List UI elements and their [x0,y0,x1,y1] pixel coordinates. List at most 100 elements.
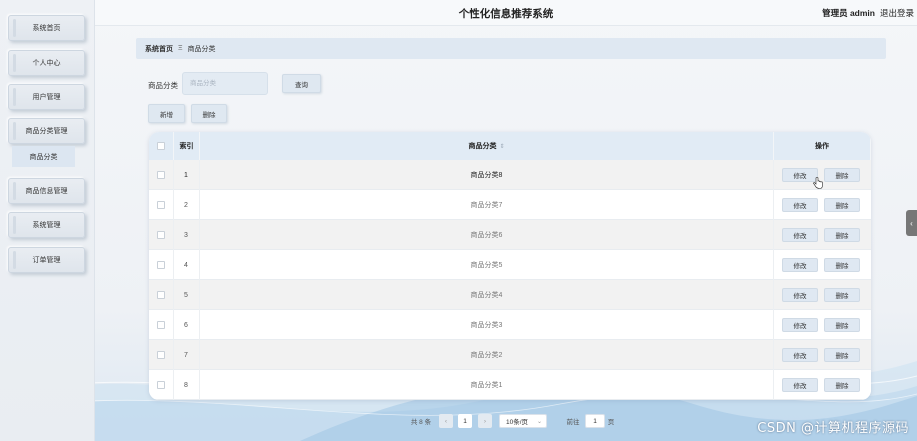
row-actions: 修改 删除 [774,220,871,250]
edit-button[interactable]: 修改 [782,228,818,242]
edit-button[interactable]: 修改 [782,348,818,362]
sidebar-item-label: 用户管理 [32,94,61,101]
sidebar-item-category-management[interactable]: 商品分类管理 [8,118,85,144]
table-row[interactable]: 2 商品分类7 修改 删除 [149,190,871,220]
delete-button[interactable]: 删除 [824,288,860,302]
app-title: 个性化信息推荐系统 [458,8,554,20]
sort-icon[interactable]: ⇕ [499,143,504,150]
edit-button[interactable]: 修改 [782,288,818,302]
row-index: 7 [174,340,200,370]
goto-page-input[interactable]: 1 [585,414,605,428]
edit-button[interactable]: 修改 [782,378,818,392]
sidebar: 系统首页 个人中心 用户管理 商品分类管理 商品分类 商品信息管理 系统管理 订… [0,0,95,441]
select-all-checkbox[interactable] [157,142,165,150]
table-row[interactable]: 1 商品分类8 修改 删除 [149,160,871,190]
row-actions: 修改 删除 [774,340,871,370]
row-actions: 修改 删除 [774,190,871,220]
delete-button[interactable]: 删除 [824,198,860,212]
page-size-value: 10条/页 [506,419,529,426]
row-checkbox[interactable] [157,351,165,359]
header-category[interactable]: 商品分类 ⇕ [200,132,774,160]
row-index: 2 [174,190,200,220]
delete-button[interactable]: 删除 [824,168,860,182]
sidebar-item-label: 商品信息管理 [25,188,68,195]
header-index: 索引 [174,132,200,160]
edit-button[interactable]: 修改 [782,258,818,272]
table-header: 索引 商品分类 ⇕ 操作 [149,132,871,160]
search-label: 商品分类 [148,81,178,90]
next-page-button[interactable]: › [478,414,492,428]
pointer-cursor-icon [813,177,823,189]
sidebar-item-label: 个人中心 [32,60,61,67]
row-checkbox[interactable] [157,201,165,209]
delete-button[interactable]: 删除 [824,318,860,332]
goto-label: 前往 [566,419,580,426]
row-index: 5 [174,280,200,310]
sidebar-item-home[interactable]: 系统首页 [8,15,85,41]
delete-button[interactable]: 删除 [824,378,860,392]
header-category-label: 商品分类 [468,143,497,150]
breadcrumb-home[interactable]: 系统首页 [145,44,173,54]
row-index: 3 [174,220,200,250]
query-button[interactable]: 查询 [282,74,321,93]
bulk-delete-button[interactable]: 删除 [191,104,227,123]
edit-button[interactable]: 修改 [782,198,818,212]
side-panel-toggle[interactable]: ‹ [906,210,917,236]
table-row[interactable]: 5 商品分类4 修改 删除 [149,280,871,310]
page-number-1[interactable]: 1 [458,414,472,428]
delete-button[interactable]: 删除 [824,348,860,362]
delete-button[interactable]: 删除 [824,228,860,242]
row-checkbox[interactable] [157,291,165,299]
row-checkbox[interactable] [157,261,165,269]
header-actions: 操作 [774,132,871,160]
chevron-down-icon: ⌄ [536,418,542,425]
sidebar-item-users[interactable]: 用户管理 [8,84,85,110]
chevron-left-icon: ‹ [910,218,913,228]
add-button[interactable]: 新增 [148,104,185,123]
row-category-name: 商品分类8 [200,160,774,190]
row-category-name: 商品分类5 [200,250,774,280]
row-actions: 修改 删除 [774,370,871,400]
prev-page-button[interactable]: ‹ [439,414,453,428]
breadcrumb: 系统首页 Ξ 商品分类 [136,38,886,59]
row-index: 4 [174,250,200,280]
sidebar-item-orders[interactable]: 订单管理 [8,247,85,273]
edit-button[interactable]: 修改 [782,318,818,332]
row-category-name: 商品分类4 [200,280,774,310]
category-search-input[interactable] [182,72,268,95]
logout-link[interactable]: 退出登录 [880,7,914,19]
row-index: 1 [174,160,200,190]
sidebar-item-label: 系统首页 [32,25,61,32]
row-select-cell [149,340,174,370]
breadcrumb-separator-icon: Ξ [178,45,183,52]
table-row[interactable]: 6 商品分类3 修改 删除 [149,310,871,340]
row-actions: 修改 删除 [774,280,871,310]
row-actions: 修改 删除 [774,250,871,280]
table-row[interactable]: 8 商品分类1 修改 删除 [149,370,871,400]
row-checkbox[interactable] [157,231,165,239]
sidebar-subitem-category[interactable]: 商品分类 [12,146,75,167]
delete-button[interactable]: 删除 [824,258,860,272]
category-table: 索引 商品分类 ⇕ 操作 1 商品分类8 修改 删除 2 商品分类7 修改 删除 3 商品分类6 修… [149,132,871,400]
sidebar-subitem-label: 商品分类 [29,153,58,161]
header-user-area: 管理员 admin 退出登录 [822,7,914,19]
row-checkbox[interactable] [157,381,165,389]
pagination-total: 共 8 条 [410,419,432,426]
row-select-cell [149,370,174,400]
user-label: 管理员 admin [822,8,875,18]
sidebar-item-system[interactable]: 系统管理 [8,212,85,238]
row-checkbox[interactable] [157,171,165,179]
table-row[interactable]: 7 商品分类2 修改 删除 [149,340,871,370]
page-size-select[interactable]: 10条/页 ⌄ [499,414,547,428]
table-row[interactable]: 3 商品分类6 修改 删除 [149,220,871,250]
sidebar-item-product-management[interactable]: 商品信息管理 [8,178,85,204]
breadcrumb-current: 商品分类 [187,45,216,53]
row-select-cell [149,280,174,310]
row-category-name: 商品分类1 [200,370,774,400]
row-category-name: 商品分类2 [200,340,774,370]
row-checkbox[interactable] [157,321,165,329]
table-row[interactable]: 4 商品分类5 修改 删除 [149,250,871,280]
row-index: 8 [174,370,200,400]
sidebar-item-profile[interactable]: 个人中心 [8,50,85,76]
row-category-name: 商品分类7 [200,190,774,220]
